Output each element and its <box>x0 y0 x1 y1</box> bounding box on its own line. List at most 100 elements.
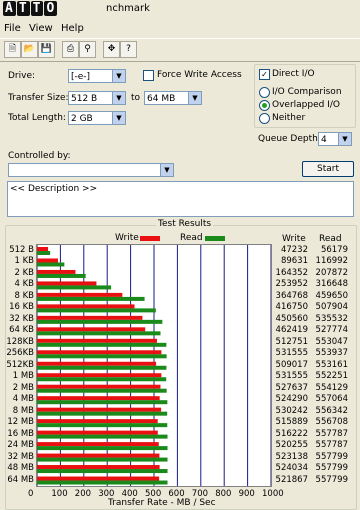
menu-view[interactable]: View <box>29 23 53 34</box>
direct-io-checkbox[interactable]: ✓ <box>259 69 270 80</box>
category-label: 512KB <box>6 359 34 370</box>
test-results-title: Test Results <box>156 219 214 229</box>
x-tick-label: 900 <box>238 489 255 499</box>
write-value: 164352 <box>275 267 308 278</box>
write-value: 527637 <box>275 382 308 393</box>
write-bar <box>37 258 58 263</box>
write-value: 416750 <box>275 302 308 313</box>
window-title: nchmark <box>106 3 150 14</box>
print-icon[interactable]: ⎙ <box>62 41 79 58</box>
write-value: 524290 <box>275 394 308 405</box>
x-tick-label: 100 <box>51 489 68 499</box>
read-bar <box>37 251 51 255</box>
drive-select[interactable]: [-e-] ▼ <box>68 69 126 83</box>
write-value: 531555 <box>275 348 308 359</box>
io-comparison-radio[interactable] <box>259 87 270 98</box>
write-value: 516222 <box>275 428 308 439</box>
read-value: 557799 <box>315 463 348 474</box>
x-tick-label: 1000 <box>262 489 284 499</box>
read-bar <box>37 469 168 474</box>
title-bar: ATTO nchmark <box>0 0 360 20</box>
write-bar <box>37 396 160 401</box>
read-bar <box>37 285 112 290</box>
help-pointer-icon[interactable]: ? <box>120 41 137 58</box>
read-bar <box>37 308 156 313</box>
read-value: 557787 <box>315 440 348 451</box>
read-bar <box>37 446 168 451</box>
description-text: << Description >> <box>10 184 98 194</box>
read-bar <box>37 319 163 324</box>
write-bar <box>37 442 159 447</box>
neither-radio[interactable] <box>259 113 270 124</box>
write-value: 524034 <box>275 463 308 474</box>
write-bar <box>37 338 157 343</box>
menu-bar: File View Help <box>0 20 360 36</box>
new-file-icon[interactable]: 🗎 <box>4 41 21 58</box>
write-value: 512751 <box>275 336 308 347</box>
total-length-select[interactable]: 2 GB ▼ <box>68 111 126 125</box>
legend-read-label: Read <box>180 233 203 243</box>
read-bar <box>37 434 168 439</box>
write-value: 462419 <box>275 325 308 336</box>
read-value: 554129 <box>315 382 348 393</box>
transfer-size-label: Transfer Size: <box>8 93 69 103</box>
transfer-size-from-select[interactable]: 512 B ▼ <box>68 91 126 105</box>
overlapped-io-radio[interactable] <box>259 100 270 111</box>
write-bar <box>37 247 49 251</box>
write-bar <box>37 304 135 309</box>
read-bar <box>37 457 168 462</box>
write-bar <box>37 384 161 389</box>
x-axis-label: Transfer Rate - MB / Sec <box>108 498 216 508</box>
category-label: 32 KB <box>9 313 34 324</box>
menu-help[interactable]: Help <box>61 23 84 34</box>
read-bar <box>37 262 65 267</box>
chevron-down-icon: ▼ <box>112 92 125 104</box>
queue-depth-select[interactable]: 4 ▼ <box>318 132 352 146</box>
write-bar <box>37 373 162 378</box>
force-write-checkbox[interactable] <box>143 70 154 81</box>
read-value: 316648 <box>315 279 348 290</box>
write-bar <box>37 465 160 470</box>
read-bar <box>37 423 168 428</box>
category-label: 1 MB <box>12 371 34 382</box>
description-box[interactable]: << Description >> <box>7 181 354 217</box>
print-preview-icon[interactable]: ⚲ <box>79 41 96 58</box>
move-icon[interactable]: ✥ <box>103 41 120 58</box>
read-bar <box>37 354 167 359</box>
category-label: 24 MB <box>7 440 34 451</box>
read-bar <box>37 388 167 393</box>
drive-value: [-e-] <box>71 72 91 82</box>
category-label: 32 MB <box>7 451 34 462</box>
transfer-from-value: 512 B <box>71 94 98 104</box>
read-bar <box>37 365 167 370</box>
direct-io-label: Direct I/O <box>272 69 315 79</box>
chevron-down-icon: ▼ <box>338 133 351 145</box>
read-value: 116992 <box>315 256 348 267</box>
menu-file[interactable]: File <box>4 23 21 34</box>
read-value: 557064 <box>315 394 348 405</box>
x-tick-label: 800 <box>215 489 232 499</box>
write-value: 450560 <box>275 313 308 324</box>
write-value: 515889 <box>275 417 308 428</box>
col-write-header: Write <box>282 234 306 244</box>
read-value: 557787 <box>315 428 348 439</box>
write-value: 520255 <box>275 440 308 451</box>
category-label: 2 KB <box>14 267 34 278</box>
transfer-size-to-select[interactable]: 64 MB ▼ <box>144 91 202 105</box>
write-bar <box>37 327 146 332</box>
read-value: 207872 <box>315 267 348 278</box>
logo-letter: T <box>30 1 44 16</box>
controlled-by-select[interactable]: ▼ <box>8 163 174 177</box>
open-folder-icon[interactable]: 📂 <box>21 41 38 58</box>
x-tick-label: 200 <box>74 489 92 499</box>
read-bar <box>37 331 161 336</box>
save-icon[interactable]: 💾 <box>38 41 55 58</box>
write-value: 253952 <box>275 279 308 290</box>
write-value: 364768 <box>275 290 308 301</box>
controlled-by-label: Controlled by: <box>8 151 71 161</box>
category-label: 12 MB <box>7 417 34 428</box>
logo-letter: A <box>3 1 16 16</box>
category-label: 512 B <box>9 245 34 255</box>
start-button[interactable]: Start <box>302 161 354 177</box>
category-label: 8 MB <box>12 405 34 416</box>
